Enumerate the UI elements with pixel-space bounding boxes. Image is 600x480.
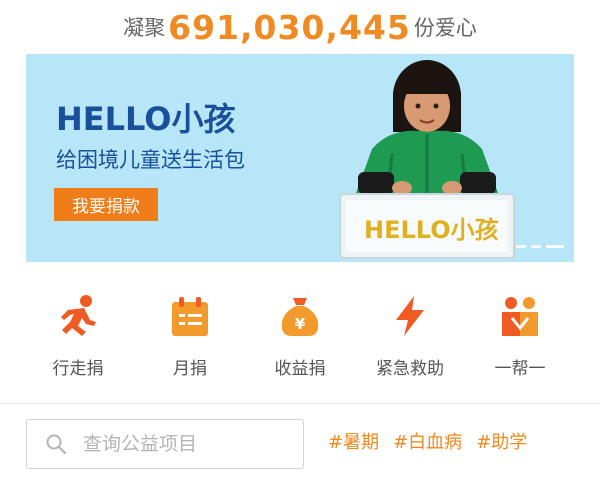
quick-action-label: 收益捐 — [274, 359, 326, 379]
quick-action-emergency-aid[interactable]: 紧急救助 — [352, 290, 468, 390]
calendar-icon — [172, 297, 208, 336]
quick-action-walk-donate[interactable]: 行走捐 — [20, 290, 136, 390]
hot-tags: #暑期 #白血病 #助学 — [328, 428, 527, 454]
child-with-box-photo: HELLO小孩 — [339, 60, 515, 259]
donate-button[interactable]: 我要捐款 — [54, 188, 158, 221]
quick-action-label: 行走捐 — [52, 359, 104, 379]
tag-summer[interactable]: #暑期 — [328, 428, 379, 454]
svg-text:¥: ¥ — [295, 315, 306, 333]
carousel-dot[interactable] — [531, 245, 541, 248]
search-icon — [46, 434, 67, 455]
quick-action-one-on-one[interactable]: 一帮一 — [462, 290, 578, 390]
quick-action-earnings-donate[interactable]: ¥ 收益捐 — [242, 290, 358, 390]
quick-action-label: 月捐 — [173, 359, 207, 379]
tag-leukemia[interactable]: #白血病 — [393, 428, 462, 454]
counter-number: 691,030,445 — [168, 7, 411, 47]
quick-action-label: 紧急救助 — [376, 359, 444, 379]
running-person-icon — [61, 295, 96, 336]
promo-banner[interactable]: HELLO小孩 给困境儿童送生活包 我要捐款 HELLO小孩 — [26, 54, 574, 262]
quick-action-label: 一帮一 — [494, 359, 546, 379]
donation-counter: 凝聚 691,030,445 份爱心 — [0, 0, 600, 54]
search-box[interactable] — [26, 419, 304, 469]
counter-suffix: 份爱心 — [413, 16, 477, 40]
search-input[interactable] — [83, 433, 293, 455]
box-logo-text: HELLO小孩 — [364, 216, 499, 244]
carousel-dot-active[interactable] — [546, 245, 564, 248]
counter-prefix: 凝聚 — [123, 16, 166, 40]
quick-action-monthly-donate[interactable]: 月捐 — [132, 290, 248, 390]
carousel-dot[interactable] — [516, 245, 526, 248]
two-people-icon — [502, 297, 538, 336]
banner-subtitle: 给困境儿童送生活包 — [56, 148, 245, 172]
banner-title: HELLO小孩 — [56, 100, 236, 138]
tag-education-aid[interactable]: #助学 — [476, 428, 527, 454]
section-divider — [0, 403, 600, 404]
lightning-bolt-icon — [396, 296, 424, 336]
quick-actions: 行走捐 月捐 ¥ 收益捐 紧急救助 一帮一 — [0, 290, 600, 390]
money-bag-icon: ¥ — [281, 298, 319, 336]
carousel-indicator[interactable] — [516, 245, 564, 248]
